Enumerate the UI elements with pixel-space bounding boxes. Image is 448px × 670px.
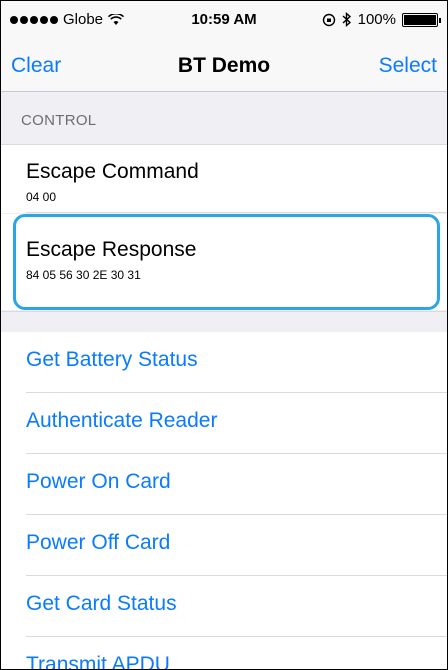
battery-percent: 100% [357, 11, 396, 28]
action-label: Power Off Card [26, 531, 171, 554]
section-gap [1, 311, 447, 333]
action-label: Get Battery Status [26, 348, 198, 371]
power-off-card-button[interactable]: Power Off Card [1, 515, 447, 576]
action-label: Transmit APDU [26, 653, 170, 670]
action-label: Get Card Status [26, 592, 177, 615]
orientation-lock-icon [322, 13, 335, 26]
authenticate-reader-button[interactable]: Authenticate Reader [1, 393, 447, 454]
status-right: 100% [322, 11, 441, 28]
escape-command-title: Escape Command [26, 160, 199, 183]
escape-command-value: 04 00 [26, 190, 57, 204]
battery-icon [402, 12, 441, 27]
transmit-apdu-button[interactable]: Transmit APDU [1, 637, 447, 670]
section-header-label: CONTROL [21, 112, 97, 129]
power-on-card-button[interactable]: Power On Card [1, 454, 447, 515]
get-battery-status-button[interactable]: Get Battery Status [1, 332, 447, 393]
status-bar: Globe 10:59 AM 100% [1, 1, 447, 41]
escape-response-value: 84 05 56 30 2E 30 31 [26, 268, 141, 282]
bluetooth-icon [342, 12, 351, 27]
action-label: Authenticate Reader [26, 409, 218, 432]
actions-list: Get Battery Status Authenticate Reader P… [1, 332, 447, 670]
select-button[interactable]: Select [379, 54, 437, 78]
cell-separator [26, 212, 447, 213]
escape-response-cell[interactable]: Escape Response 84 05 56 30 2E 30 31 [1, 214, 447, 310]
section-header: CONTROL [1, 92, 447, 145]
screen: Globe 10:59 AM 100% Clear BT Demo Select… [0, 0, 448, 670]
action-label: Power On Card [26, 470, 171, 493]
get-card-status-button[interactable]: Get Card Status [1, 576, 447, 637]
escape-command-cell[interactable]: Escape Command 04 00 [1, 145, 447, 213]
battery-fill [404, 14, 436, 25]
navigation-bar: Clear BT Demo Select [1, 41, 447, 92]
escape-response-title: Escape Response [26, 238, 197, 261]
